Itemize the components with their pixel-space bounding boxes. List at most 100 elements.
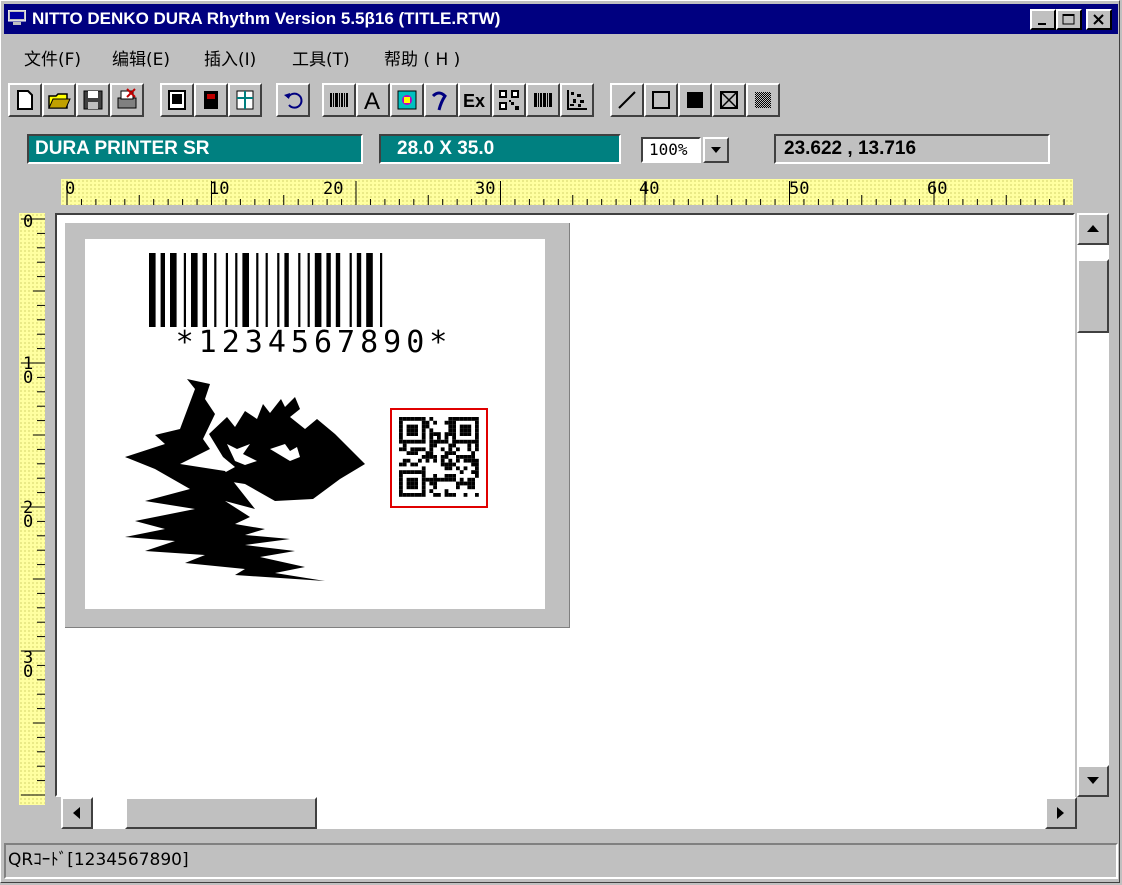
menu-file[interactable]: 文件(F) — [24, 45, 81, 70]
minimize-button[interactable] — [1030, 9, 1056, 30]
design-canvas[interactable]: *1234567890* — [55, 213, 1075, 797]
status-bar: QRｺｰﾄﾞ[1234567890] — [4, 843, 1118, 879]
barcode-bar — [366, 253, 373, 327]
qr-module — [429, 436, 434, 440]
qr-module — [456, 439, 460, 444]
app-window: NITTO DENKO DURA Rhythm Version 5.5β16 (… — [0, 0, 1120, 883]
text-tool-icon[interactable]: A — [356, 83, 390, 117]
menu-bar: 文件(F) 编辑(E) 插入(I) 工具(T) 帮助 ( H ) — [4, 37, 1118, 70]
vertical-scrollbar[interactable] — [1077, 213, 1109, 797]
scroll-left-button[interactable] — [61, 797, 93, 829]
qr-module — [421, 417, 426, 421]
qr-module — [448, 424, 453, 429]
menu-tools[interactable]: 工具(T) — [292, 45, 350, 70]
layout-icon[interactable] — [228, 83, 262, 117]
scroll-right-button[interactable] — [1045, 797, 1077, 829]
arrow-left-icon — [73, 807, 80, 819]
page-setup-icon[interactable] — [160, 83, 194, 117]
qr-module — [475, 432, 479, 436]
qr-module — [475, 443, 479, 448]
qr-module — [421, 420, 426, 425]
qr-module — [421, 436, 426, 440]
label-paper[interactable]: *1234567890* — [85, 239, 545, 609]
qr-module — [418, 439, 422, 444]
vertical-scroll-thumb[interactable] — [1077, 259, 1109, 333]
line-tool-icon[interactable] — [610, 83, 644, 117]
qr-module — [456, 485, 460, 490]
qr-module — [402, 443, 407, 448]
qr-module — [448, 493, 453, 497]
new-file-icon[interactable] — [8, 83, 42, 117]
qr-module — [399, 474, 403, 478]
qr-module — [452, 417, 456, 421]
qr-module — [467, 428, 472, 433]
qr-code-icon[interactable] — [492, 83, 526, 117]
barcode2-icon[interactable] — [526, 83, 560, 117]
close-button[interactable] — [1086, 9, 1112, 30]
svg-text:Ex: Ex — [463, 91, 485, 111]
barcode-human-readable: *1234567890* — [175, 325, 453, 360]
open-folder-icon[interactable] — [42, 83, 76, 117]
qr-module — [399, 462, 403, 467]
qr-module — [452, 462, 456, 467]
filled-rect-tool-icon[interactable] — [678, 83, 712, 117]
qr-module — [440, 439, 445, 444]
qr-module — [433, 481, 437, 486]
qr-module — [444, 439, 449, 444]
qr-module — [406, 417, 411, 421]
printer-icon[interactable] — [194, 83, 228, 117]
barcode-icon[interactable] — [322, 83, 356, 117]
save-icon[interactable] — [76, 83, 110, 117]
qr-module — [433, 493, 437, 497]
logo-tool-icon[interactable] — [424, 83, 458, 117]
pattern-fill-tool-icon[interactable] — [746, 83, 780, 117]
horizontal-scroll-thumb[interactable] — [125, 797, 317, 829]
qr-module — [471, 417, 475, 421]
title-bar[interactable]: NITTO DENKO DURA Rhythm Version 5.5β16 (… — [4, 4, 1118, 34]
qr-module — [444, 455, 449, 459]
print-icon[interactable] — [110, 83, 144, 117]
qr-module — [471, 462, 475, 467]
qr-module — [421, 466, 426, 471]
qr-module — [463, 455, 468, 459]
qr-module — [471, 470, 475, 474]
qr-module — [437, 432, 441, 436]
excel-icon[interactable]: Ex — [458, 83, 492, 117]
qr-module — [467, 447, 472, 452]
datamatrix-icon[interactable] — [560, 83, 594, 117]
arrow-down-icon — [1087, 777, 1099, 784]
qr-module — [448, 417, 453, 421]
qr-module — [421, 489, 426, 493]
qr-module — [467, 455, 472, 459]
maximize-button[interactable] — [1056, 9, 1082, 30]
qr-module — [406, 458, 411, 463]
ruler-label: 40 — [639, 179, 660, 199]
qr-module — [475, 428, 479, 433]
arrow-right-icon — [1057, 807, 1064, 819]
barcode-bar — [356, 253, 362, 327]
menu-edit[interactable]: 编辑(E) — [112, 45, 170, 70]
zoom-select[interactable]: 100% — [641, 137, 701, 163]
horizontal-scrollbar[interactable] — [61, 797, 1077, 829]
cross-box-tool-icon[interactable] — [712, 83, 746, 117]
barcode-bar — [314, 253, 322, 327]
qr-module — [467, 477, 472, 482]
rectangle-tool-icon[interactable] — [644, 83, 678, 117]
qr-module — [463, 466, 468, 471]
menu-insert[interactable]: 插入(I) — [204, 45, 256, 70]
barcode-bar — [380, 253, 383, 327]
image-tool-icon[interactable] — [390, 83, 424, 117]
scroll-down-button[interactable] — [1077, 765, 1109, 797]
qr-module — [418, 458, 422, 463]
qr-module — [440, 477, 445, 482]
qr-module — [410, 439, 415, 444]
qr-module — [444, 451, 449, 455]
vertical-ruler: 0 1 0 2 0 3 0 — [19, 213, 45, 805]
menu-help[interactable]: 帮助 ( H ) — [384, 45, 460, 70]
qr-module — [448, 462, 453, 467]
qr-module — [452, 424, 456, 429]
qr-module — [437, 439, 441, 444]
undo-icon[interactable] — [276, 83, 310, 117]
scroll-up-button[interactable] — [1077, 213, 1109, 245]
zoom-dropdown-button[interactable] — [703, 137, 729, 163]
